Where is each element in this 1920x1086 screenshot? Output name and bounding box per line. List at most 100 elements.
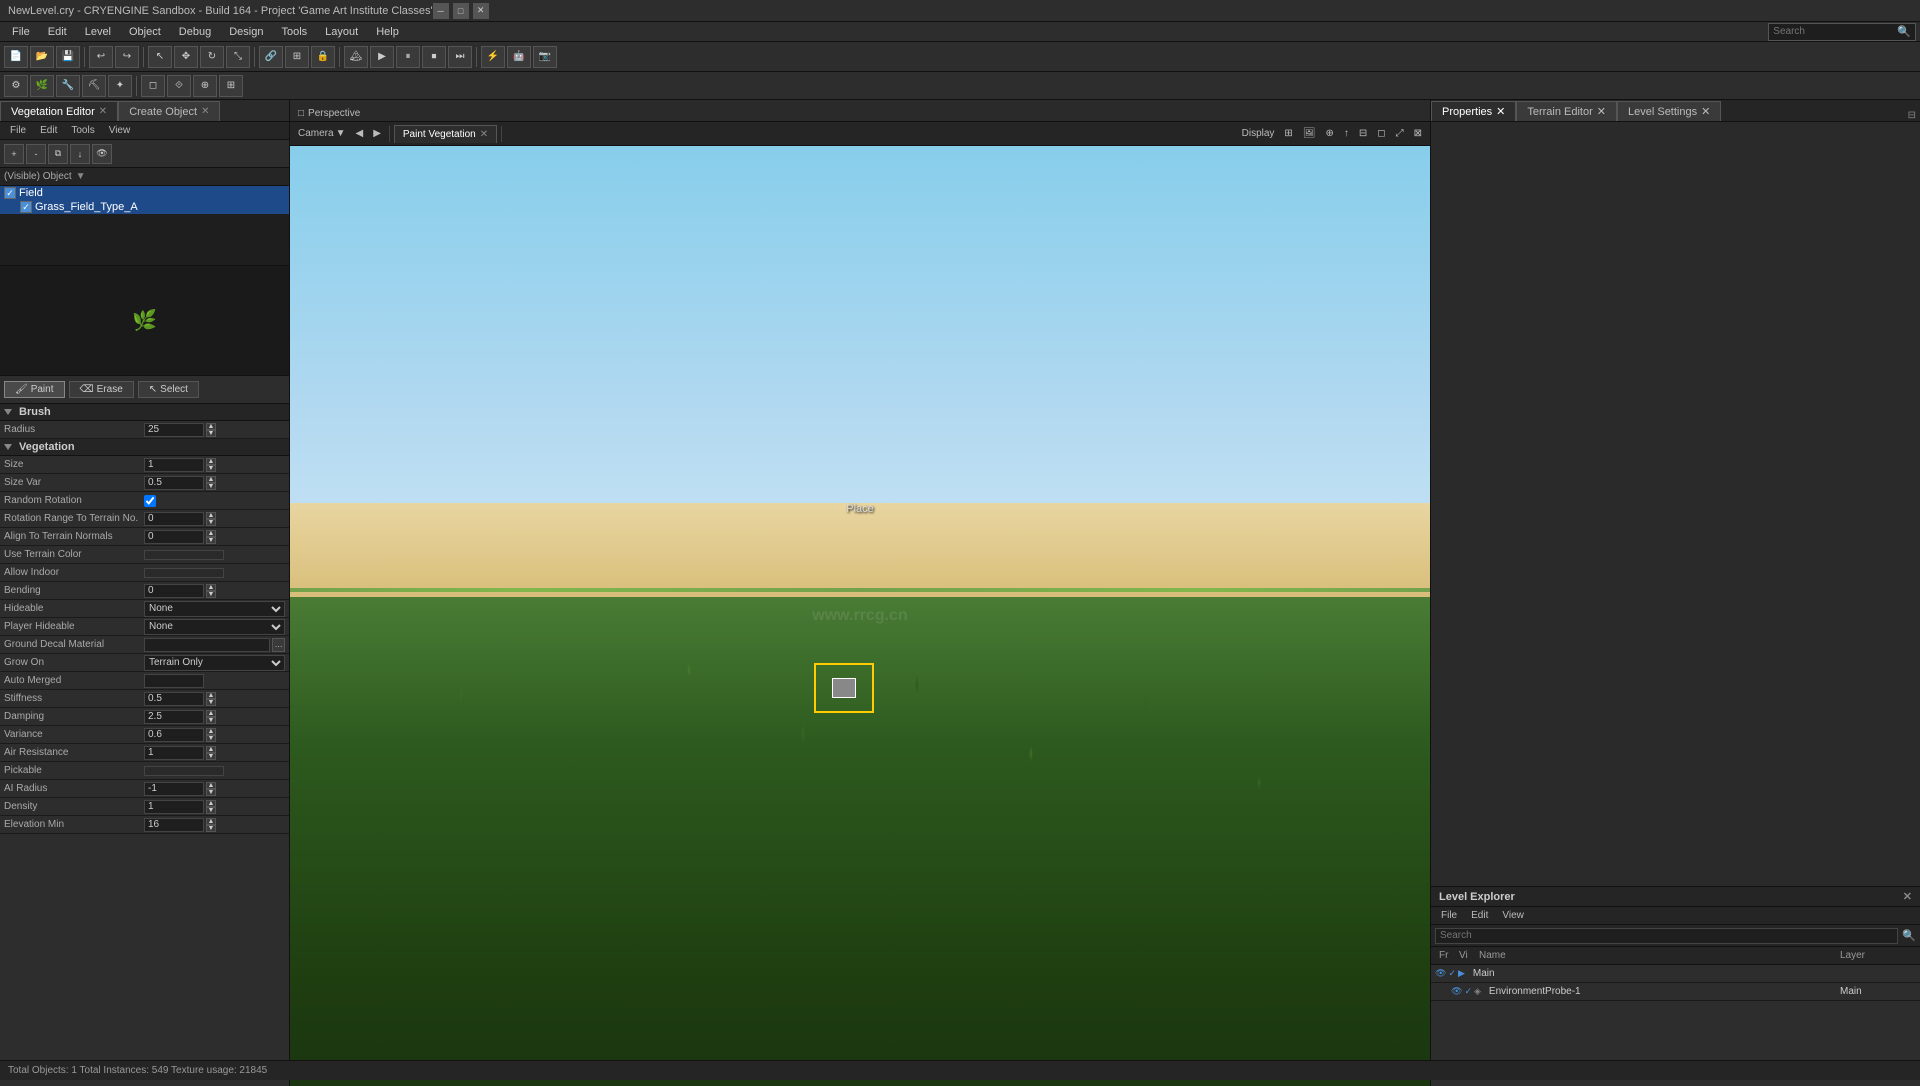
display-btn[interactable]: Display <box>1238 127 1279 140</box>
vp-prev-btn[interactable]: ◀ <box>351 127 367 140</box>
vegetation-editor-tab[interactable]: Vegetation Editor ✕ <box>0 101 118 121</box>
veg-clone-btn[interactable]: ⧉ <box>48 144 68 164</box>
tb2-btn3[interactable]: 🔧 <box>56 75 80 97</box>
menu-level[interactable]: Level <box>77 24 119 40</box>
undo-btn[interactable]: ↩ <box>89 46 113 68</box>
le-envprobe-visible-icon[interactable]: ✓ <box>1464 986 1472 997</box>
terrain-color-slider[interactable] <box>144 550 224 560</box>
air-resistance-up[interactable]: ▲ <box>206 746 216 753</box>
vp-icon4[interactable]: ↑ <box>1340 127 1353 140</box>
damping-input[interactable] <box>144 710 204 724</box>
density-up[interactable]: ▲ <box>206 800 216 807</box>
level-settings-tab[interactable]: Level Settings ✕ <box>1617 101 1721 121</box>
lock-btn[interactable]: 🔒 <box>311 46 335 68</box>
stiffness-down[interactable]: ▼ <box>206 699 216 706</box>
auto-merged-input[interactable] <box>144 674 204 688</box>
terrain-editor-close[interactable]: ✕ <box>1597 105 1606 118</box>
tree-item-grass[interactable]: ✓ Grass_Field_Type_A <box>0 200 289 214</box>
level-settings-close[interactable]: ✕ <box>1701 105 1710 118</box>
create-object-tab[interactable]: Create Object ✕ <box>118 101 220 121</box>
ai-radius-input[interactable] <box>144 782 204 796</box>
size-var-input[interactable] <box>144 476 204 490</box>
paint-veg-tab[interactable]: Paint Vegetation ✕ <box>394 125 497 143</box>
air-resistance-down[interactable]: ▼ <box>206 753 216 760</box>
ai-radius-down[interactable]: ▼ <box>206 789 216 796</box>
veg-remove-btn[interactable]: - <box>26 144 46 164</box>
align-btn[interactable]: ⊞ <box>285 46 309 68</box>
stop-btn[interactable]: ⏹ <box>422 46 446 68</box>
veg-menu-edit[interactable]: Edit <box>34 124 63 137</box>
bending-input[interactable] <box>144 584 204 598</box>
veg-editor-close[interactable]: ✕ <box>99 106 107 117</box>
bending-up[interactable]: ▲ <box>206 584 216 591</box>
stiffness-up[interactable]: ▲ <box>206 692 216 699</box>
rotation-terrain-up[interactable]: ▲ <box>206 512 216 519</box>
pickable-slider[interactable] <box>144 766 224 776</box>
allow-indoor-slider[interactable] <box>144 568 224 578</box>
minimize-button[interactable]: ─ <box>433 3 449 19</box>
variance-input[interactable] <box>144 728 204 742</box>
le-menu-file[interactable]: File <box>1435 909 1463 922</box>
select-btn[interactable]: ↖ <box>148 46 172 68</box>
align-terrain-input[interactable] <box>144 530 204 544</box>
tb2-btn4[interactable]: ⛏ <box>82 75 106 97</box>
vp-icon7[interactable]: ⤢ <box>1392 127 1408 140</box>
vp-icon5[interactable]: ⊟ <box>1355 127 1371 140</box>
veg-add-btn[interactable]: + <box>4 144 24 164</box>
paint-button[interactable]: 🖌 Paint <box>4 381 65 398</box>
variance-down[interactable]: ▼ <box>206 735 216 742</box>
properties-tab-close[interactable]: ✕ <box>1496 105 1505 118</box>
le-envprobe-eye-icon[interactable]: 👁 <box>1451 986 1462 997</box>
density-down[interactable]: ▼ <box>206 807 216 814</box>
new-btn[interactable]: 📄 <box>4 46 28 68</box>
menu-layout[interactable]: Layout <box>317 24 366 40</box>
rotation-terrain-down[interactable]: ▼ <box>206 519 216 526</box>
menu-tools[interactable]: Tools <box>273 24 315 40</box>
brush-radius-input[interactable] <box>144 423 204 437</box>
veg-section-header[interactable]: Vegetation <box>0 439 289 456</box>
save-btn[interactable]: 💾 <box>56 46 80 68</box>
move-btn[interactable]: ✥ <box>174 46 198 68</box>
menu-object[interactable]: Object <box>121 24 169 40</box>
level-explorer-close[interactable]: ✕ <box>1903 890 1912 903</box>
brush-section-header[interactable]: Brush <box>0 404 289 421</box>
le-menu-view[interactable]: View <box>1496 909 1530 922</box>
erase-button[interactable]: ⌫ Erase <box>69 381 134 398</box>
align-terrain-down[interactable]: ▼ <box>206 537 216 544</box>
rotation-terrain-input[interactable] <box>144 512 204 526</box>
terrain-editor-tab[interactable]: Terrain Editor ✕ <box>1516 101 1617 121</box>
stiffness-input[interactable] <box>144 692 204 706</box>
size-input[interactable] <box>144 458 204 472</box>
tb2-btn6[interactable]: ◻ <box>141 75 165 97</box>
hideable-select[interactable]: None <box>144 601 285 617</box>
tb2-btn1[interactable]: ⚙ <box>4 75 28 97</box>
tree-item-field[interactable]: ✓ Field <box>0 186 289 200</box>
le-visible-icon[interactable]: ✓ <box>1448 968 1456 979</box>
create-object-close[interactable]: ✕ <box>201 106 209 117</box>
le-row-main[interactable]: 👁 ✓ ▶ Main <box>1431 965 1920 983</box>
global-search-input[interactable] <box>1773 26 1893 37</box>
elevation-min-input[interactable] <box>144 818 204 832</box>
radius-down[interactable]: ▼ <box>206 430 216 437</box>
paint-veg-close[interactable]: ✕ <box>480 129 488 140</box>
vp-icon8[interactable]: ⊠ <box>1410 127 1426 140</box>
menu-file[interactable]: File <box>4 24 38 40</box>
density-input[interactable] <box>144 800 204 814</box>
elevation-min-down[interactable]: ▼ <box>206 825 216 832</box>
vp-icon2[interactable]: 🖼 <box>1299 127 1320 140</box>
le-expand-icon[interactable]: ▶ <box>1458 968 1465 979</box>
scale-btn[interactable]: ⤡ <box>226 46 250 68</box>
size-var-up[interactable]: ▲ <box>206 476 216 483</box>
tb2-btn7[interactable]: ⟐ <box>167 75 191 97</box>
redo-btn[interactable]: ↪ <box>115 46 139 68</box>
grow-on-select[interactable]: Terrain Only <box>144 655 285 671</box>
menu-design[interactable]: Design <box>221 24 271 40</box>
size-down[interactable]: ▼ <box>206 465 216 472</box>
step-btn[interactable]: ⏭ <box>448 46 472 68</box>
le-search-input[interactable] <box>1435 928 1898 944</box>
terrain-btn[interactable]: 🏔 <box>344 46 368 68</box>
tree-check-grass[interactable]: ✓ <box>20 201 32 213</box>
tb2-btn5[interactable]: ✦ <box>108 75 132 97</box>
screenshot-btn[interactable]: 📷 <box>533 46 557 68</box>
ground-decal-input[interactable] <box>144 638 270 652</box>
